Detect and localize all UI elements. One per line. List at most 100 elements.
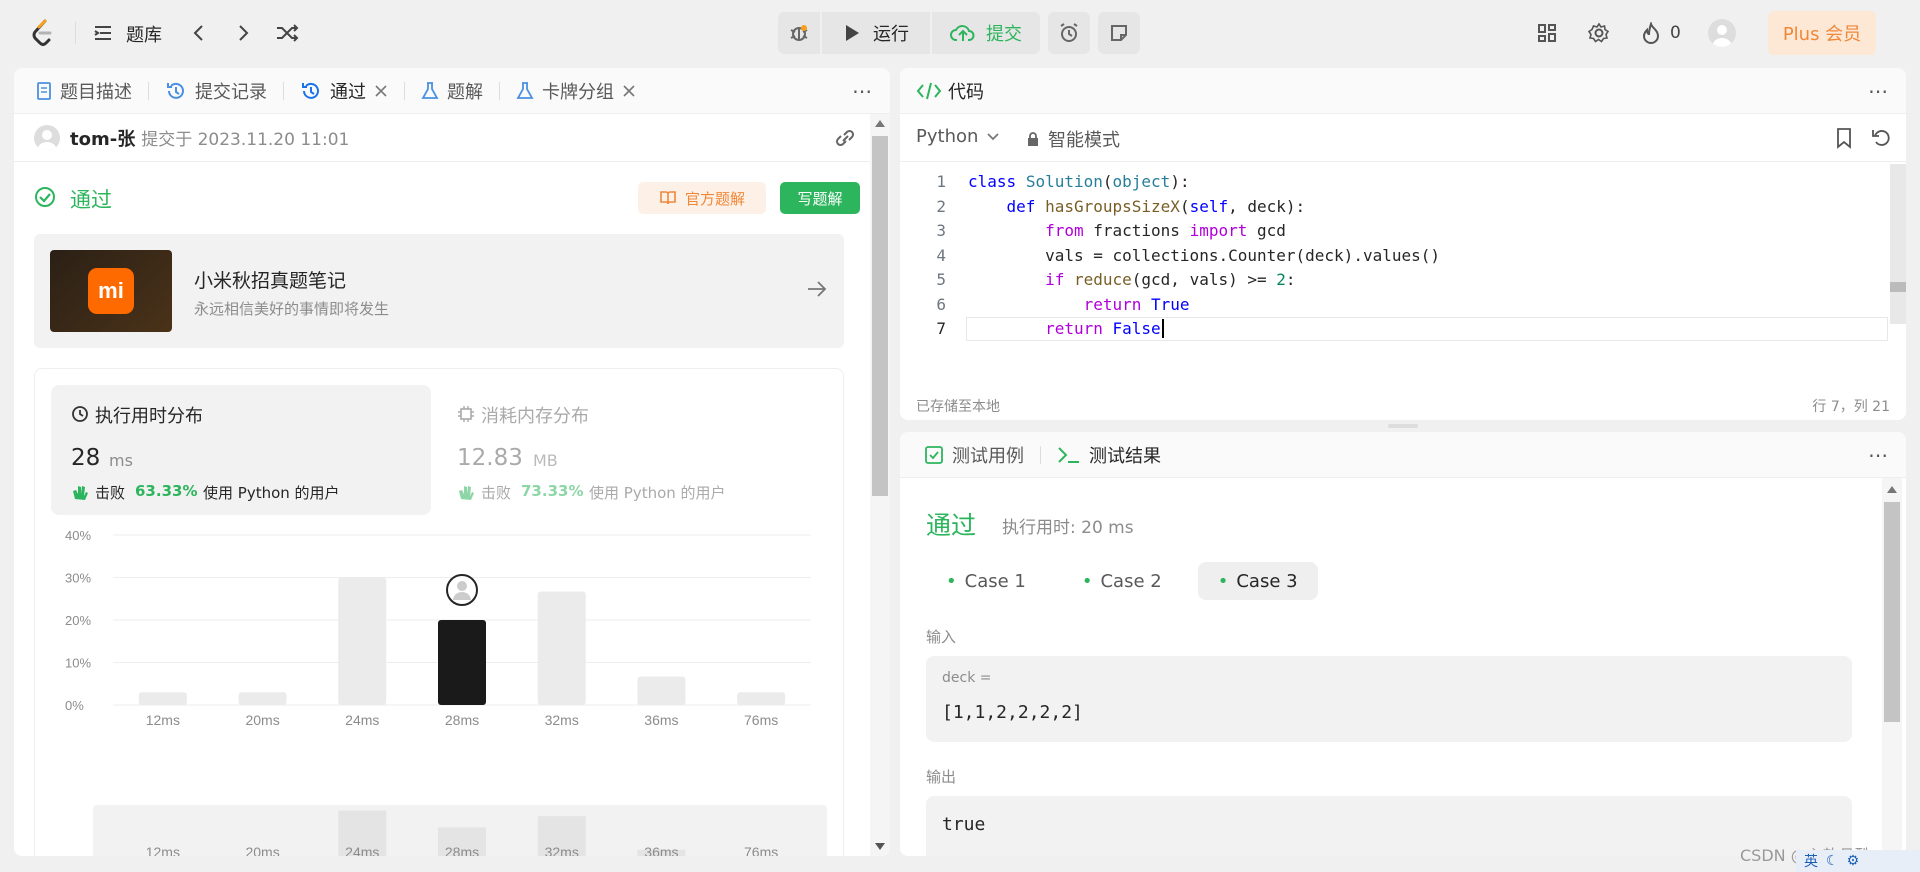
runtime-stat[interactable]: 执行用时分布 28 ms 击败 63.33% 使用 Python 的用户 [51,385,431,515]
result-scrollbar[interactable] [1882,478,1902,856]
tab-accepted[interactable]: 通过 [296,78,392,104]
memory-value: 12.83 [457,445,523,471]
overview-tick-label: 24ms [345,844,379,856]
memory-beat-suffix: 使用 Python 的用户 [589,484,726,502]
x-tick-label: 20ms [245,712,279,728]
input-label: 输入 [926,628,957,646]
tab-test-result[interactable]: 测试结果 [1053,442,1165,468]
timer-button[interactable] [1048,12,1090,54]
write-solution-button[interactable]: 写题解 [780,182,860,214]
case-tab-2[interactable]: • Case 2 [1062,562,1182,600]
runtime-title: 执行用时分布 [95,406,203,427]
tab-test-cases[interactable]: 测试用例 [920,442,1028,468]
chip-icon [457,405,475,423]
problems-label[interactable]: 题库 [126,21,162,47]
stats-card: 执行用时分布 28 ms 击败 63.33% 使用 Python 的用户 消耗内… [34,368,844,856]
language-select[interactable]: Python [916,126,1000,147]
more-options-icon[interactable]: ⋯ [852,79,872,103]
line-numbers: 1 2 3 4 5 6 7 [936,172,946,338]
close-icon[interactable] [374,84,388,98]
smart-mode[interactable]: 智能模式 [1026,126,1120,152]
scroll-thumb[interactable] [1884,502,1900,722]
shuffle-icon[interactable] [274,21,300,45]
status-row: 通过 官方题解 写题解 [34,178,860,218]
submit-button[interactable]: 提交 [932,12,1040,54]
book-icon [659,190,677,206]
bookmark-icon[interactable] [1836,127,1852,149]
link-icon[interactable] [832,127,858,149]
fire-icon[interactable] [1640,21,1662,45]
saved-status: 已存储至本地 [916,399,1000,415]
panel-resize-handle[interactable] [1388,424,1418,428]
clap-icon [457,483,475,501]
checkbox-icon [924,445,944,465]
history-icon [300,80,322,102]
memory-unit: MB [533,451,558,470]
editor-scrollbar[interactable] [1890,164,1906,324]
tab-card-grouping[interactable]: 卡牌分组 [512,78,640,104]
left-tab-bar: 题目描述 提交记录 通过 题解 卡牌分组 ⋯ [14,68,890,114]
case-tab-3[interactable]: • Case 3 [1197,562,1318,600]
code-editor[interactable]: 1 2 3 4 5 6 7 class Solution(object): de… [900,164,1906,378]
runtime-unit: ms [109,451,133,470]
code-icon [916,81,942,101]
leetcode-logo[interactable] [30,18,56,48]
chevron-down-icon [986,132,1000,142]
x-tick-label: 36ms [644,712,678,728]
layout-icon[interactable] [1536,22,1558,44]
problem-list-icon[interactable] [92,22,114,44]
ad-card[interactable]: mi 小米秋招真题笔记 永远相信美好的事情即将发生 [34,234,844,348]
ad-title: 小米秋招真题笔记 [194,270,347,292]
overview-tick-label: 28ms [445,844,479,856]
y-tick-label: 30% [65,571,91,586]
overview-tick-label: 32ms [545,844,579,856]
prev-problem-icon[interactable] [188,22,208,44]
next-problem-icon[interactable] [234,22,254,44]
settings-gear-icon[interactable] [1588,22,1610,44]
official-solution-button[interactable]: 官方题解 [638,182,766,214]
result-runtime: 执行用时: 20 ms [1002,518,1134,538]
ime-tray[interactable]: 英 ☾ ⚙ [1796,850,1920,872]
notes-button[interactable] [1098,12,1140,54]
scroll-down-arrow[interactable] [875,843,885,850]
tab-submissions[interactable]: 提交记录 [161,78,271,104]
mi-logo: mi [50,250,172,332]
chart-bar [637,676,686,705]
left-scrollbar[interactable] [870,114,890,856]
tab-solutions[interactable]: 题解 [417,78,487,104]
y-tick-label: 0% [65,698,84,713]
status-text: 通过 [70,188,112,212]
left-panel: 题目描述 提交记录 通过 题解 卡牌分组 ⋯ tom-张 提交于 2023.11… [14,68,890,856]
plus-member-button[interactable]: Plus 会员 [1768,11,1876,55]
more-options-icon[interactable]: ⋯ [1868,79,1888,103]
tab-description[interactable]: 题目描述 [32,78,136,104]
close-icon[interactable] [622,84,636,98]
runtime-beat-prefix: 击败 [95,484,126,502]
input-value: [1,1,2,2,2,2] [942,702,1083,723]
chart-bar [238,692,287,705]
editor-toolbar: Python 智能模式 [900,114,1906,162]
username[interactable]: tom-张 [70,125,135,151]
code-tab-bar: 代码 ⋯ [900,68,1906,114]
submit-label: 提交 [986,24,1022,45]
scroll-thumb[interactable] [872,136,888,496]
case-tab-1[interactable]: • Case 1 [926,562,1046,600]
fire-count: 0 [1670,23,1681,43]
run-button[interactable]: 运行 [822,12,930,54]
y-tick-label: 10% [65,656,91,671]
submission-header: tom-张 提交于 2023.11.20 11:01 [14,114,870,162]
avatar[interactable] [1708,19,1736,47]
memory-stat[interactable]: 消耗内存分布 12.83 MB 击败 73.33% 使用 Python 的用户 [447,385,827,515]
output-value: true [942,814,986,835]
scroll-up-arrow[interactable] [875,120,885,127]
clap-icon [71,483,89,501]
y-tick-label: 20% [65,613,91,628]
memory-beat-prefix: 击败 [481,484,512,502]
runtime-distribution-chart: 40% 30% 20% 10% 0% 12ms 20ms 24ms 28ms 32ms 36ms 76… [65,528,827,856]
user-avatar[interactable] [34,124,60,151]
more-options-icon[interactable]: ⋯ [1868,443,1888,467]
arrow-right-icon [806,279,828,299]
debug-button[interactable] [778,12,820,54]
reset-icon[interactable] [1870,127,1892,149]
scroll-up-arrow[interactable] [1887,486,1897,493]
